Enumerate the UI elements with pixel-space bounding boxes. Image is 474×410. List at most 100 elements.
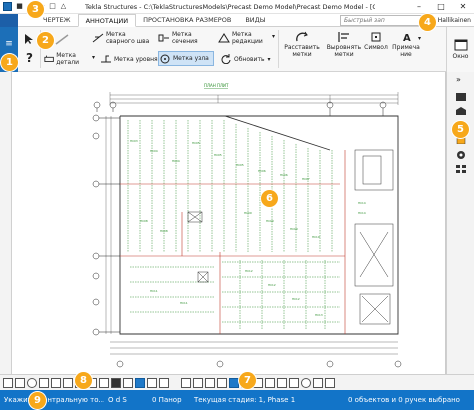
weld-mark-icon [92, 33, 104, 43]
revision-mark-label: Метка редакции [232, 31, 263, 45]
snap-view-icon[interactable] [159, 377, 169, 388]
settings-gear-icon[interactable] [455, 150, 467, 160]
callout-2: 2 [37, 32, 54, 49]
svg-text:A: A [403, 33, 411, 43]
note-button[interactable]: A Примеча ние [391, 31, 421, 58]
snap-geometry-icon[interactable] [15, 377, 25, 388]
properties-icon[interactable] [455, 92, 467, 102]
level-mark-button[interactable]: Метка уровня [100, 53, 158, 65]
window-label: Окно [452, 53, 469, 60]
level-mark-icon [101, 55, 111, 63]
menu-icon[interactable]: ≡ [0, 39, 18, 49]
snap-free-icon[interactable] [123, 377, 133, 388]
tab-dimensioning[interactable]: ПРОСТАНОВКА РАЗМЕРОВ [136, 14, 238, 27]
symbol-label: Символ [364, 44, 388, 51]
svg-text:HC14: HC14 [358, 211, 366, 215]
slab-marks: HC03 HC04 HC04 HC05 HC05 HC05 HC06 HC06 HC07 H… [130, 139, 323, 317]
section-mark-button[interactable]: Метка сечения [158, 29, 208, 47]
floor-openings [187, 211, 209, 283]
drawing-title-label: ПЛАН ПЛИТ [204, 83, 229, 88]
status-prompt: Укажите центральную то... [4, 396, 104, 404]
svg-text:HC08: HC08 [140, 219, 148, 223]
line-tool-icon[interactable] [193, 377, 203, 388]
svg-text:HC09: HC09 [266, 219, 274, 223]
ribbon: ? Метка сварного шва Метка сечения Метка… [0, 27, 474, 72]
measure-tool-icon[interactable] [265, 377, 275, 388]
rectangle-tool-icon[interactable] [217, 377, 227, 388]
phase-status[interactable]: Текущая стадия: 1, Phase 1 [194, 396, 344, 404]
building-icon[interactable] [455, 106, 467, 116]
snap-box-icon[interactable] [147, 377, 157, 388]
left-grid-bubbles [92, 114, 120, 336]
refresh-icon [221, 54, 231, 64]
snap-any-icon[interactable] [99, 377, 109, 388]
status-bar: Укажите центральную то... O d S 0 Панор … [0, 390, 474, 410]
weld-mark-label: Метка сварного шва [106, 31, 150, 45]
cursor-arrow-icon [25, 34, 33, 44]
part-mark-button[interactable]: Метка детали [44, 52, 94, 66]
point-tool-icon[interactable] [301, 377, 311, 388]
quick-search-input[interactable]: Быстрый зап [340, 15, 428, 26]
close-button[interactable]: ✕ [452, 0, 474, 14]
eye-tool-icon[interactable] [325, 377, 335, 388]
snap-override-icon[interactable] [135, 377, 145, 388]
symbol-icon [371, 32, 381, 42]
callout-9: 9 [29, 392, 46, 409]
snap-center-icon[interactable] [27, 377, 37, 388]
zoom-tool-icon[interactable] [313, 377, 323, 388]
maximize-button[interactable]: □ [430, 0, 452, 14]
arrange-marks-button[interactable]: Расставить метки [281, 31, 323, 58]
tab-drawing[interactable]: ЧЕРТЕЖ [36, 14, 78, 27]
svg-text:HC12: HC12 [292, 297, 300, 301]
tab-annotations[interactable]: АННОТАЦИИ [77, 13, 137, 27]
part-mark-icon [44, 55, 54, 62]
note-dropdown[interactable]: ▾ [418, 35, 424, 42]
part-mark-dropdown[interactable]: ▾ [92, 54, 98, 61]
help-cursor-button[interactable]: ? [22, 51, 36, 64]
link-tool-icon[interactable] [289, 377, 299, 388]
node-mark-button[interactable]: Метка узла [158, 51, 214, 66]
snap-intersection-icon[interactable] [51, 377, 61, 388]
precast-floor-plan-drawing[interactable]: ПЛАН ПЛИТ HC03HC04HC04 HC05HC05HC05 HC06… [0, 72, 446, 374]
svg-text:HC11: HC11 [180, 301, 188, 305]
triangle-icon[interactable]: △ [59, 2, 68, 11]
revision-mark-button[interactable]: Метка редакции [218, 29, 270, 47]
save-icon[interactable]: ■ [15, 2, 24, 11]
align-marks-button[interactable]: Выровнять метки [325, 31, 363, 58]
symbol-button[interactable]: Символ [363, 31, 389, 51]
snap-midpoint-icon[interactable] [39, 377, 49, 388]
callout-8: 8 [75, 372, 92, 389]
part-mark-label: Метка детали [56, 52, 79, 66]
minimize-button[interactable]: – [408, 0, 430, 14]
update-dropdown-icon: ▾ [267, 55, 271, 63]
fill-tool-icon[interactable] [229, 377, 239, 388]
collapse-chevron-icon[interactable]: » [456, 75, 461, 84]
section-mark-label: Метка сечения [172, 31, 198, 45]
question-cursor-icon: ? [26, 51, 33, 63]
pan-status: 0 Панор [152, 396, 182, 404]
grid-view-icon[interactable] [455, 164, 467, 174]
tab-views[interactable]: ВИДЫ [238, 14, 272, 27]
snap-reference-icon[interactable] [3, 377, 13, 388]
svg-text:HC03: HC03 [130, 139, 138, 143]
file-menu-button[interactable] [0, 13, 18, 27]
note-label: Примеча ние [392, 44, 420, 58]
callout-7: 7 [239, 372, 256, 389]
update-label: Обновить [234, 55, 265, 63]
select-tool-icon[interactable] [181, 377, 191, 388]
callout-5: 5 [452, 121, 469, 138]
update-button[interactable]: Обновить ▾ [220, 53, 276, 65]
snap-edge-icon[interactable] [111, 377, 121, 388]
text-tool-icon[interactable] [205, 377, 215, 388]
window-title: Tekla Structures - C:\TeklaStructuresMod… [85, 2, 375, 11]
drawing-canvas[interactable]: ПЛАН ПЛИТ HC03 HC04 HC04 HC05 HC05 HC05 … [0, 72, 446, 374]
window-icon[interactable]: □ [48, 2, 57, 11]
window-button[interactable]: Окно [446, 27, 474, 72]
select-arrow-button[interactable] [22, 33, 36, 46]
snap-status: O d S [108, 396, 127, 404]
cloud-tool-icon[interactable] [277, 377, 287, 388]
snap-perpendicular-icon[interactable] [63, 377, 73, 388]
svg-text:HC05: HC05 [236, 163, 244, 167]
weld-mark-button[interactable]: Метка сварного шва [92, 29, 156, 47]
tekla-app-icon[interactable] [3, 2, 12, 11]
